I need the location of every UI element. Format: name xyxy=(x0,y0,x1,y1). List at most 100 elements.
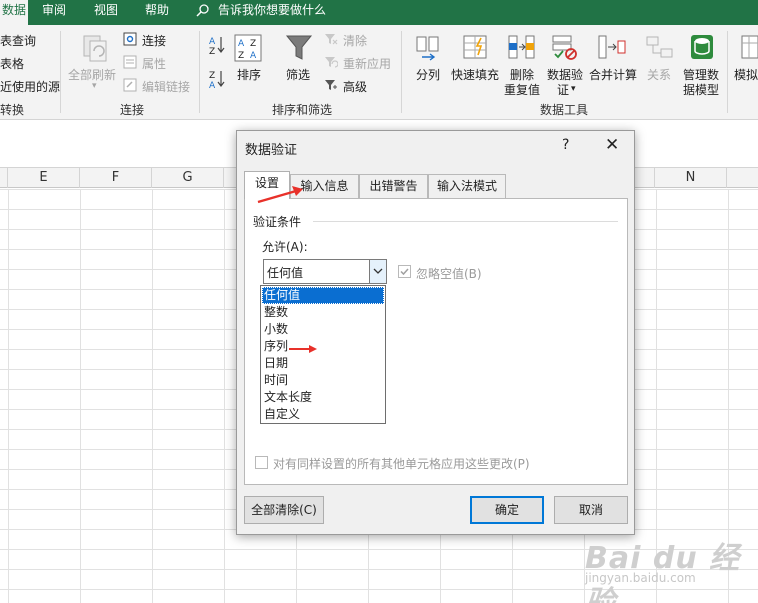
column-header-partial-right[interactable] xyxy=(727,168,758,188)
watermark-logo: Bai du 经验 xyxy=(585,541,741,603)
relationships-button[interactable]: 关系 xyxy=(647,66,671,83)
group-separator xyxy=(727,31,728,113)
list-item-decimal[interactable]: 小数 xyxy=(262,321,384,338)
reapply-icon xyxy=(325,57,338,68)
list-item-custom[interactable]: 自定义 xyxy=(262,406,384,423)
filter-icon xyxy=(285,35,313,60)
properties-button[interactable]: 属性 xyxy=(142,55,166,72)
column-header-partial[interactable] xyxy=(0,168,8,188)
from-table-range-button[interactable]: 表格 xyxy=(0,55,24,72)
svg-text:A: A xyxy=(209,37,216,47)
apply-all-checkbox[interactable] xyxy=(255,456,268,469)
refresh-all-icon xyxy=(83,35,107,62)
tell-me-label: 告诉我你想要做什么 xyxy=(218,3,327,17)
close-button[interactable]: ✕ xyxy=(605,135,619,155)
consolidate-button[interactable]: 合并计算 xyxy=(589,66,637,83)
clear-all-button[interactable]: 全部清除(C) xyxy=(244,496,324,524)
recent-sources-button[interactable]: 近使用的源 xyxy=(0,78,60,95)
sort-za-icon[interactable]: Z A xyxy=(208,69,226,89)
tab-data[interactable]: 数据 xyxy=(0,0,28,25)
remove-duplicates-label-2: 重复值 xyxy=(504,83,541,97)
group-separator xyxy=(401,31,402,113)
text-to-columns-icon xyxy=(416,36,439,61)
filter-button[interactable]: 筛选 xyxy=(286,66,310,83)
help-button[interactable]: ? xyxy=(562,137,569,153)
annotation-arrow-icon xyxy=(289,345,317,353)
ignore-blank-label: 忽略空值(B) xyxy=(416,267,482,281)
svg-text:Z: Z xyxy=(250,39,256,49)
allow-dropdown-button[interactable] xyxy=(369,260,386,283)
text-to-columns-button[interactable]: 分列 xyxy=(416,66,440,83)
ignore-blank-checkbox[interactable] xyxy=(398,265,411,278)
edit-links-icon xyxy=(123,78,137,92)
manage-data-model-label-2: 据模型 xyxy=(683,83,720,97)
tab-ime-mode[interactable]: 输入法模式 xyxy=(428,174,506,198)
list-item-date[interactable]: 日期 xyxy=(262,355,384,372)
tab-review[interactable]: 审阅 xyxy=(42,0,66,25)
group-label-sort-filter: 排序和筛选 xyxy=(272,103,333,117)
list-item-whole-number[interactable]: 整数 xyxy=(262,304,384,321)
allow-select[interactable]: 任何值 xyxy=(263,259,387,284)
what-if-analysis-button[interactable]: 模拟 xyxy=(734,66,758,83)
properties-icon xyxy=(123,55,137,69)
group-separator xyxy=(60,31,61,113)
svg-text:A: A xyxy=(250,51,257,61)
reapply-button[interactable]: 重新应用 xyxy=(343,55,391,72)
cancel-button[interactable]: 取消 xyxy=(554,496,628,524)
advanced-filter-icon xyxy=(325,80,337,90)
data-validation-label-2: 证 xyxy=(557,83,570,97)
svg-text:Z: Z xyxy=(209,71,215,81)
tab-help[interactable]: 帮助 xyxy=(145,0,169,25)
svg-text:Z: Z xyxy=(209,47,215,55)
relationships-icon xyxy=(646,36,673,58)
data-validation-dropdown-icon[interactable]: ▾ xyxy=(571,84,576,94)
manage-data-model-icon xyxy=(691,35,713,59)
chevron-down-icon xyxy=(373,268,383,274)
from-table-button[interactable]: 表查询 xyxy=(0,32,36,49)
column-header-f[interactable]: F xyxy=(80,168,152,188)
clear-filter-icon xyxy=(325,34,338,45)
list-item-list[interactable]: 序列 xyxy=(262,338,384,355)
column-header-g[interactable]: G xyxy=(152,168,224,188)
annotation-arrow-icon xyxy=(257,186,303,204)
apply-all-label: 对有同样设置的所有其他单元格应用这些更改(P) xyxy=(273,457,530,471)
allow-label: 允许(A): xyxy=(262,240,308,254)
dialog-title: 数据验证 xyxy=(245,143,298,158)
validation-criteria-heading: 验证条件 xyxy=(253,215,302,229)
column-header-e[interactable]: E xyxy=(8,168,80,188)
group-label-connections: 连接 xyxy=(120,103,145,117)
svg-text:A: A xyxy=(209,81,216,89)
sort-icon: A Z Z A xyxy=(234,34,262,62)
flash-fill-icon xyxy=(463,35,487,59)
group-label-get-transform: 转换 xyxy=(0,103,25,117)
sort-az-icon[interactable]: A Z xyxy=(208,35,226,55)
remove-duplicates-icon xyxy=(508,35,535,59)
what-if-analysis-icon xyxy=(741,35,758,59)
refresh-all-dropdown-icon[interactable]: ▾ xyxy=(92,81,97,91)
list-item-text-length[interactable]: 文本长度 xyxy=(262,389,384,406)
list-item-any-value[interactable]: 任何值 xyxy=(262,287,384,304)
ok-button[interactable]: 确定 xyxy=(470,496,544,524)
allow-select-value: 任何值 xyxy=(267,266,304,280)
tab-error-alert[interactable]: 出错警告 xyxy=(359,174,428,198)
clear-button[interactable]: 清除 xyxy=(343,32,367,49)
group-label-data-tools: 数据工具 xyxy=(540,103,589,117)
connections-button[interactable]: 连接 xyxy=(142,32,166,49)
ribbon: 表查询 表格 近使用的源 转换 全部刷新 ▾ 连接 属性 编辑链接 连接 A Z… xyxy=(0,25,758,120)
data-validation-icon xyxy=(552,35,577,60)
flash-fill-button[interactable]: 快速填充 xyxy=(451,66,499,83)
edit-links-button[interactable]: 编辑链接 xyxy=(142,78,190,95)
section-divider xyxy=(313,221,618,222)
sort-button[interactable]: 排序 xyxy=(237,66,261,83)
lightbulb-search-icon xyxy=(196,4,209,17)
list-item-time[interactable]: 时间 xyxy=(262,372,384,389)
advanced-button[interactable]: 高级 xyxy=(343,78,367,95)
watermark-url: jingyan.baidu.com xyxy=(585,571,696,585)
svg-text:A: A xyxy=(238,39,245,49)
tab-view[interactable]: 视图 xyxy=(94,0,118,25)
allow-dropdown-list: 任何值 整数 小数 序列 日期 时间 文本长度 自定义 xyxy=(260,285,386,424)
svg-text:Z: Z xyxy=(238,51,244,61)
consolidate-icon xyxy=(598,35,626,59)
column-header-n[interactable]: N xyxy=(655,168,727,188)
checkmark-icon xyxy=(400,268,409,276)
